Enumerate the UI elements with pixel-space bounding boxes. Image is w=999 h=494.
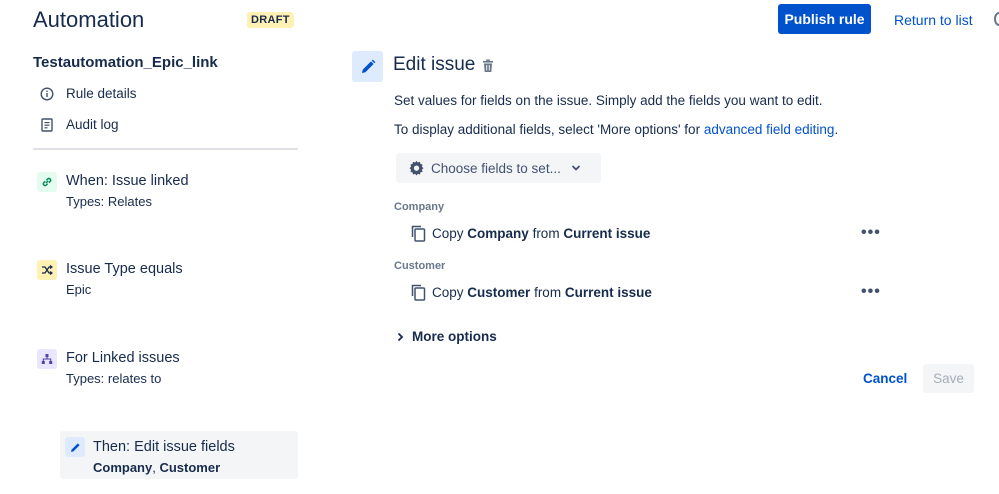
advanced-field-editing-link[interactable]: advanced field editing xyxy=(704,122,835,137)
sidebar-item-label: Audit log xyxy=(66,117,119,132)
sidebar-divider xyxy=(33,148,298,150)
rule-name: Testautomation_Epic_link xyxy=(33,54,218,71)
link-icon xyxy=(37,172,57,192)
field-label-customer: Customer xyxy=(394,260,446,272)
section-title: Edit issue xyxy=(393,54,476,75)
step-subtitle: Types: Relates xyxy=(66,194,152,209)
field-label-company: Company xyxy=(394,201,445,213)
chevron-down-icon xyxy=(571,164,581,172)
more-actions-icon[interactable]: ••• xyxy=(861,224,881,242)
step-title: When: Issue linked xyxy=(66,173,189,189)
gear-icon xyxy=(408,160,425,177)
field-row-company[interactable]: Copy Company from Current issue xyxy=(411,225,650,242)
step-title: Issue Type equals xyxy=(66,261,183,277)
description-text-2: To display additional fields, select 'Mo… xyxy=(394,122,839,137)
more-actions-icon[interactable]: ••• xyxy=(861,283,881,301)
hierarchy-icon xyxy=(37,349,57,369)
step-title: For Linked issues xyxy=(66,350,180,366)
page-title: Automation xyxy=(33,7,145,32)
more-options-toggle[interactable]: More options xyxy=(397,329,497,344)
shuffle-icon xyxy=(37,260,57,280)
pencil-icon xyxy=(352,51,383,82)
step-subtitle: Company, Customer xyxy=(93,460,221,475)
cancel-button[interactable]: Cancel xyxy=(863,371,907,386)
return-to-list-link[interactable]: Return to list xyxy=(894,12,973,28)
trash-icon[interactable] xyxy=(482,59,494,78)
step-subtitle: Types: relates to xyxy=(66,371,162,386)
more-options-label: More options xyxy=(412,329,497,344)
info-icon xyxy=(40,86,54,101)
chevron-right-icon xyxy=(397,332,404,342)
document-icon xyxy=(40,117,54,132)
sidebar-item-rule-details[interactable]: Rule details xyxy=(40,86,137,101)
sidebar-item-label: Rule details xyxy=(66,86,137,101)
publish-rule-button[interactable]: Publish rule xyxy=(778,4,871,34)
choose-fields-label: Choose fields to set... xyxy=(431,160,561,176)
save-button[interactable]: Save xyxy=(923,364,974,393)
pencil-icon xyxy=(65,437,85,457)
draft-badge: DRAFT xyxy=(247,12,294,28)
help-icon[interactable] xyxy=(994,12,999,26)
choose-fields-button[interactable]: Choose fields to set... xyxy=(396,153,601,183)
sidebar-item-audit-log[interactable]: Audit log xyxy=(40,117,119,132)
field-row-customer[interactable]: Copy Customer from Current issue xyxy=(411,284,652,301)
step-subtitle: Epic xyxy=(66,282,92,297)
step-title: Then: Edit issue fields xyxy=(93,439,235,455)
step-edit-issue-fields[interactable]: Then: Edit issue fields Company, Custome… xyxy=(60,431,298,479)
copy-icon xyxy=(411,225,426,242)
description-text: Set values for fields on the issue. Simp… xyxy=(394,93,823,108)
copy-icon xyxy=(411,284,426,301)
